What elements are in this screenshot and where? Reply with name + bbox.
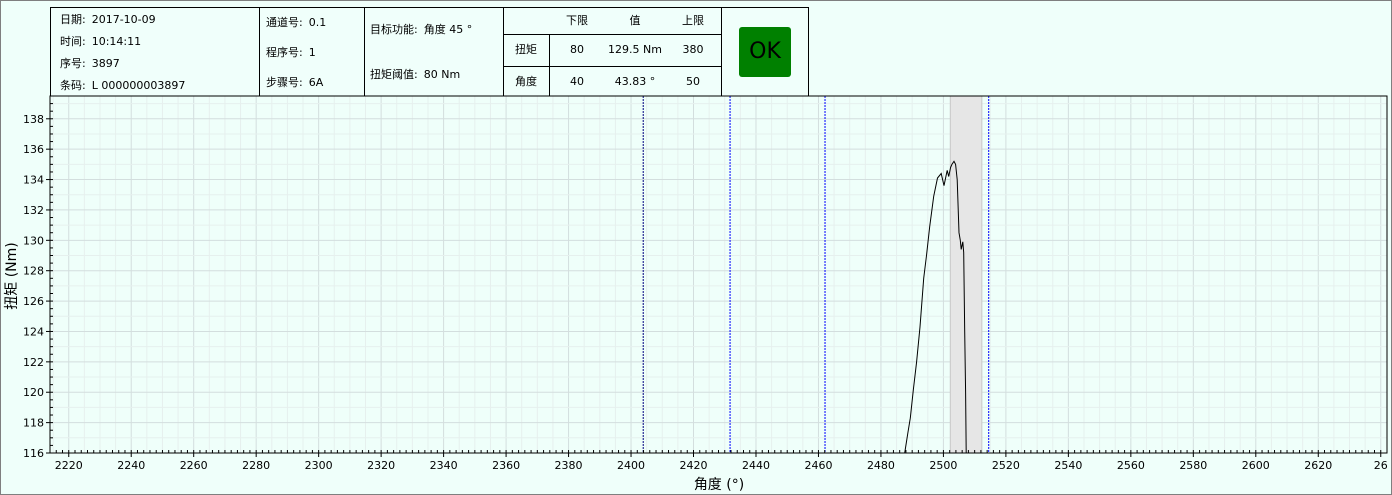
x-tick-label: 2260 <box>180 459 208 472</box>
x-tick-label: 2400 <box>617 459 645 472</box>
x-tick-label: 2440 <box>742 459 770 472</box>
y-tick-label: 134 <box>23 174 44 187</box>
x-tick-label: 2540 <box>1054 459 1082 472</box>
x-tick-label: 2580 <box>1179 459 1207 472</box>
x-tick-label: 2300 <box>305 459 333 472</box>
x-tick-label: 2500 <box>929 459 957 472</box>
x-tick-label: 2600 <box>1242 459 1270 472</box>
y-tick-label: 128 <box>23 265 44 278</box>
y-tick-label: 122 <box>23 356 44 369</box>
x-tick-label: 2280 <box>242 459 270 472</box>
x-tick-label: 2420 <box>680 459 708 472</box>
x-tick-label: 2560 <box>1117 459 1145 472</box>
y-tick-label: 126 <box>23 295 44 308</box>
torque-angle-chart: 2220 2240 2260 2280 2300 2320 2340 2360 2380 2400… <box>4 95 1388 493</box>
x-tick-label: 2240 <box>117 459 145 472</box>
y-tick-label: 116 <box>23 447 44 460</box>
y-tick-label: 138 <box>23 113 44 126</box>
x-tick-label: 2460 <box>804 459 832 472</box>
x-tick-label: 26 <box>1374 459 1388 472</box>
y-tick-label: 118 <box>23 417 44 430</box>
y-tick-label: 130 <box>23 234 44 247</box>
x-tick-label: 2340 <box>430 459 458 472</box>
y-tick-label: 132 <box>23 204 44 217</box>
grid <box>50 96 1387 454</box>
y-axis-label: 扭矩 (Nm) <box>4 242 20 309</box>
x-tick-label: 2480 <box>867 459 895 472</box>
x-tick-label: 2220 <box>55 459 83 472</box>
x-tick-label: 2380 <box>555 459 583 472</box>
y-tick-label: 120 <box>23 386 44 399</box>
x-tick-label: 2620 <box>1304 459 1332 472</box>
x-tick-label: 2320 <box>367 459 395 472</box>
x-tick-label: 2360 <box>492 459 520 472</box>
x-tick-label: 2520 <box>992 459 1020 472</box>
y-tick-label: 136 <box>23 143 44 156</box>
y-tick-label: 124 <box>23 325 44 338</box>
x-axis-label: 角度 (°) <box>694 477 744 493</box>
